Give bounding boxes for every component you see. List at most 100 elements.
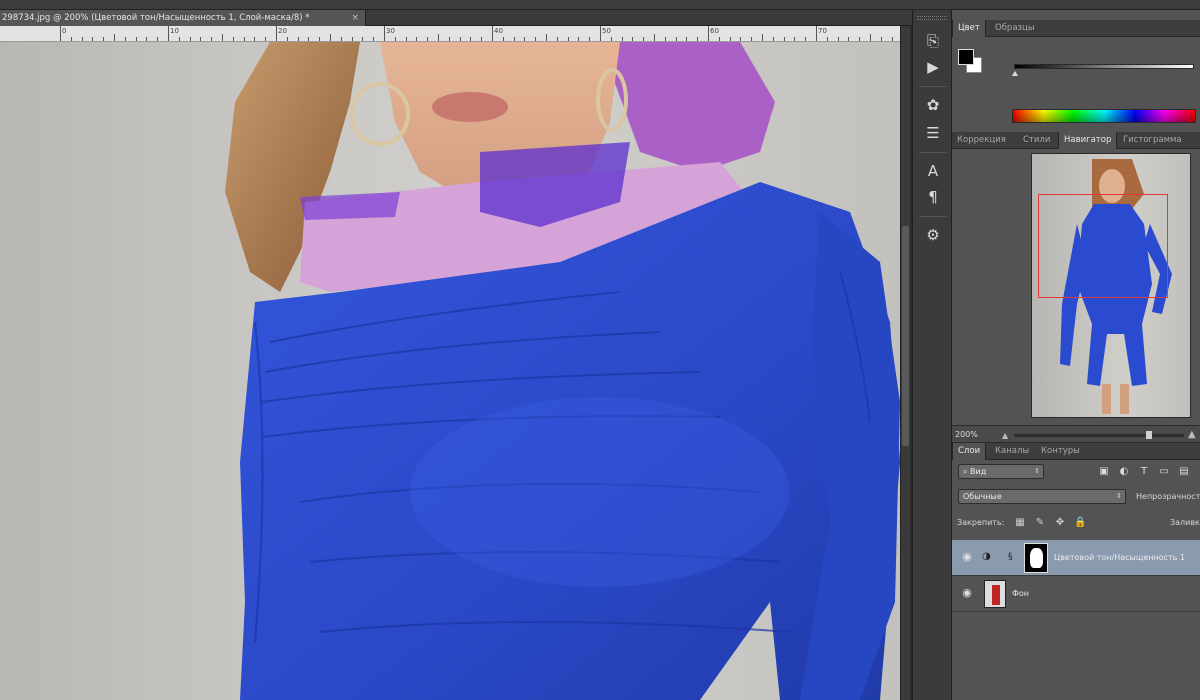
document-canvas[interactable] [0, 42, 900, 700]
ruler-tick [124, 37, 126, 41]
navigator-zoom-value[interactable]: 200% [955, 426, 978, 444]
horizontal-ruler: 0 10 20 30 40 50 60 70 [0, 26, 900, 42]
ruler-tick [459, 37, 461, 41]
ruler-tick [394, 37, 396, 41]
brush-presets-icon[interactable]: ⚙ [921, 224, 945, 246]
tab-styles[interactable]: Стили [1018, 132, 1055, 149]
navigator-zoom-row: 200% ▲ ▲ [952, 425, 1200, 443]
ruler-tick [135, 37, 137, 41]
tab-channels[interactable]: Каналы [990, 443, 1034, 460]
adjustments-icon[interactable]: ☰ [921, 122, 945, 144]
layer-filter-kind-dropdown[interactable]: ⌕ Вид ⇕ [958, 464, 1044, 479]
ruler-tick [556, 37, 558, 41]
ruler-tick [265, 37, 267, 41]
canvas-vertical-scrollbar[interactable] [900, 26, 910, 700]
ruler-tick [524, 37, 526, 41]
ruler-tick [492, 26, 493, 41]
ruler-tick [168, 26, 169, 41]
zoom-out-mountain-icon[interactable]: ▲ [1002, 431, 1008, 440]
ruler-tick [438, 34, 439, 41]
ruler-tick [697, 37, 699, 41]
application-menu-strip [0, 0, 1200, 10]
ruler-tick [146, 37, 148, 41]
ruler-tick [286, 37, 288, 41]
gray-slider[interactable] [1014, 64, 1194, 69]
navigator-thumbnail[interactable] [1031, 153, 1191, 418]
scrollbar-thumb[interactable] [902, 226, 909, 446]
ruler-tick [384, 26, 385, 41]
character-icon[interactable]: A [921, 160, 945, 182]
photo-image [225, 42, 900, 700]
ruler-tick [643, 37, 645, 41]
panel-grip[interactable] [917, 16, 947, 20]
ruler-tick [535, 37, 537, 41]
layer-name[interactable]: Цветовой тон/Насыщенность 1 [1054, 553, 1194, 562]
layer-row-background[interactable]: ◉ Фон [952, 576, 1200, 612]
blend-mode-dropdown[interactable]: Обычные ⇕ [958, 489, 1126, 504]
tab-navigator[interactable]: Навигатор [1058, 132, 1118, 149]
layer-mask-thumbnail[interactable] [1024, 543, 1048, 573]
filter-shape-icon[interactable]: ▭ [1158, 466, 1170, 478]
tab-color[interactable]: Цвет [952, 20, 986, 37]
document-tab[interactable]: 298734.jpg @ 200% (Цветовой тон/Насыщенн… [0, 10, 366, 26]
gray-slider-caret-icon[interactable] [1012, 71, 1018, 76]
layer-visibility-eye-icon[interactable]: ◉ [960, 586, 974, 600]
right-panels: Цвет Образцы Коррекция Стили Навигатор Г… [952, 10, 1200, 700]
paragraph-icon[interactable]: ¶ [921, 186, 945, 208]
background-layer-thumbnail[interactable] [984, 580, 1006, 608]
play-action-icon[interactable]: ▶ [921, 56, 945, 78]
mask-link-chain-icon[interactable]: § [1008, 552, 1016, 564]
tab-adjustments[interactable]: Коррекция [952, 132, 1011, 149]
tab-paths[interactable]: Контуры [1036, 443, 1085, 460]
ruler-label: 20 [278, 27, 287, 35]
ruler-tick [654, 34, 655, 41]
ruler-tick [211, 37, 213, 41]
dress-highlight [410, 397, 790, 587]
layer-row-hue-saturation[interactable]: ◉ ◑ § Цветовой тон/Насыщенность 1 [952, 540, 1200, 576]
layer-name[interactable]: Фон [1012, 589, 1172, 598]
ruler-tick [546, 34, 547, 41]
tool-separator [919, 216, 947, 217]
ruler-tick [189, 37, 191, 41]
zoom-in-mountain-icon[interactable]: ▲ [1188, 429, 1196, 440]
ruler-tick [319, 37, 321, 41]
close-document-icon[interactable]: × [351, 10, 359, 26]
lock-all-icon[interactable]: 🔒 [1074, 517, 1086, 529]
ruler-tick [567, 37, 569, 41]
foreground-color-swatch[interactable] [958, 49, 974, 65]
tab-histogram[interactable]: Гистограмма [1118, 132, 1187, 149]
ruler-tick [405, 37, 407, 41]
ruler-tick [686, 37, 688, 41]
tab-swatches[interactable]: Образцы [990, 20, 1040, 37]
filter-type-icon[interactable]: T [1138, 466, 1150, 478]
ruler-tick [330, 34, 331, 41]
history-brush-tool-icon[interactable]: ⎘ [921, 30, 945, 52]
ruler-label: 30 [386, 27, 395, 35]
layer-visibility-eye-icon[interactable]: ◉ [960, 550, 974, 564]
layers-panel-tabs: Слои Каналы Контуры [952, 443, 1200, 460]
ruler-tick [621, 37, 623, 41]
ruler-tick [308, 37, 310, 41]
color-panel-tabs: Цвет Образцы [952, 20, 1200, 37]
ruler-tick [254, 37, 256, 41]
lock-position-icon[interactable]: ✥ [1054, 517, 1066, 529]
filter-smart-object-icon[interactable]: ▤ [1178, 466, 1190, 478]
ruler-label: 60 [710, 27, 719, 35]
lock-image-pixels-icon[interactable]: ✎ [1034, 517, 1046, 529]
ruler-tick [664, 37, 666, 41]
lock-transparent-pixels-icon[interactable]: ▦ [1014, 517, 1026, 529]
ruler-tick [708, 26, 709, 41]
ruler-tick [837, 37, 839, 41]
ruler-label: 40 [494, 27, 503, 35]
clone-source-icon[interactable]: ✿ [921, 94, 945, 116]
tab-layers[interactable]: Слои [952, 443, 987, 460]
navigator-zoom-slider[interactable] [1014, 434, 1184, 437]
color-spectrum-bar[interactable] [1012, 109, 1196, 123]
ruler-tick [848, 37, 850, 41]
ruler-tick [297, 37, 299, 41]
filter-adjustment-icon[interactable]: ◐ [1118, 466, 1130, 478]
navigator-zoom-knob[interactable] [1146, 431, 1152, 439]
navigator-view-box[interactable] [1038, 194, 1168, 298]
ruler-tick [859, 37, 861, 41]
filter-pixel-icon[interactable]: ▣ [1098, 466, 1110, 478]
